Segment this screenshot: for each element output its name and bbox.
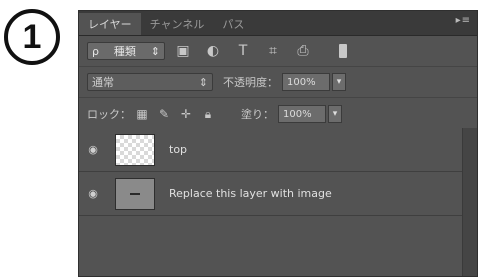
layer-row-top[interactable]: ◉ top (79, 128, 463, 172)
shape-filter-icon[interactable]: ⌗ (261, 43, 285, 59)
lock-position-icon[interactable]: ✛ (175, 107, 197, 121)
adjustment-filter-icon[interactable]: ◐ (201, 43, 225, 59)
fill-label: 塗り： (241, 108, 274, 121)
filter-kind-select[interactable]: ρ 種類 ⇕ (87, 42, 165, 60)
fill-field[interactable]: 100% (278, 105, 326, 123)
lock-row: ロック： ▦ ✎ ✛ 🔒︎ 塗り： 100% ▾ (79, 98, 477, 131)
lock-transparent-pixels-icon[interactable]: ▦ (131, 107, 153, 121)
lock-image-pixels-icon[interactable]: ✎ (153, 107, 175, 121)
image-filter-icon[interactable]: ▣ (171, 43, 195, 59)
lock-label: ロック： (87, 108, 131, 121)
layer-thumbnail (115, 177, 155, 210)
filter-kind-label: 種類 (113, 45, 136, 58)
blend-mode-select[interactable]: 通常 ⇕ (87, 73, 213, 91)
panel-menu-icon[interactable]: ▸≡ (456, 15, 471, 26)
fill-slider-button[interactable]: ▾ (328, 105, 342, 123)
chevron-updown-icon: ⇕ (150, 44, 160, 58)
layer-name: Replace this layer with image (169, 187, 332, 200)
step-number-badge: 1 (4, 9, 60, 65)
tab-channels[interactable]: チャンネル (141, 13, 214, 35)
eye-icon[interactable]: ◉ (79, 143, 107, 156)
layer-name: top (169, 143, 188, 156)
layer-row-replace[interactable]: ◉ Replace this layer with image (79, 172, 463, 216)
search-icon: ρ (92, 44, 99, 58)
opacity-field[interactable]: 100% (282, 73, 330, 91)
layer-thumbnail (115, 133, 155, 166)
filter-row: ρ 種類 ⇕ ▣ ◐ T ⌗ ⎙ (79, 36, 477, 67)
eye-icon[interactable]: ◉ (79, 187, 107, 200)
blend-mode-label: 通常 (92, 76, 114, 89)
tab-layers[interactable]: レイヤー (79, 13, 141, 35)
blend-row: 通常 ⇕ 不透明度： 100% ▾ (79, 67, 477, 98)
opacity-label: 不透明度： (223, 76, 278, 89)
filter-toggle-switch[interactable] (339, 44, 347, 58)
smart-object-filter-icon[interactable]: ⎙ (291, 43, 315, 59)
panel-tab-bar: レイヤー チャンネル パス ▸≡ (79, 11, 477, 36)
layer-list: ◉ top ◉ Replace this layer with image (79, 128, 463, 276)
layers-panel: レイヤー チャンネル パス ▸≡ ρ 種類 ⇕ ▣ ◐ T ⌗ ⎙ 通常 ⇕ 不… (78, 10, 478, 277)
opacity-slider-button[interactable]: ▾ (332, 73, 346, 91)
chevron-updown-icon: ⇕ (198, 75, 208, 89)
lock-all-icon[interactable]: 🔒︎ (197, 107, 219, 122)
layers-scrollbar[interactable] (462, 128, 477, 276)
tab-paths[interactable]: パス (213, 13, 253, 35)
type-filter-icon[interactable]: T (231, 43, 255, 59)
